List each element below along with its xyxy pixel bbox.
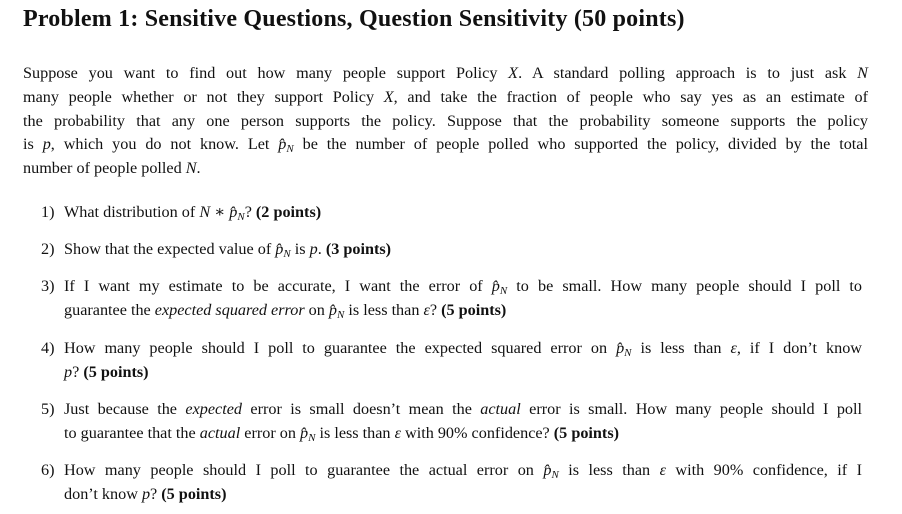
question-text: How many people should I poll to guarant… [64, 339, 862, 359]
intro-paragraph: Suppose you want to find out how many pe… [23, 62, 868, 181]
question-number: 6) [41, 461, 55, 479]
question-text: don’t know p? (5 points) [64, 484, 227, 503]
question-text: guarantee the expected squared error on … [64, 300, 507, 321]
question-points: (3 points) [325, 240, 392, 258]
question-text: What distribution of N ∗ p̂N? (2 points) [64, 203, 322, 223]
question-4: 4) How many people should I poll to guar… [41, 337, 867, 385]
intro-line: Suppose you want to find out how many pe… [23, 64, 868, 82]
question-points: (5 points) [441, 300, 507, 319]
question-text: p? (5 points) [64, 362, 149, 381]
question-points: (5 points) [161, 484, 227, 503]
intro-line: many people whether or not they support … [23, 87, 869, 106]
question-text: How many people should I poll to guarant… [64, 461, 863, 481]
intro-line: is p, which you do not know. Let p̂N be … [23, 135, 868, 156]
intro-line: number of people polled N. [23, 159, 201, 178]
question-6: 6) How many people should I poll to guar… [41, 459, 867, 507]
question-5: 5) Just because the expected error is sm… [41, 398, 867, 446]
question-text: If I want my estimate to be accurate, I … [64, 277, 862, 297]
question-points: (5 points) [83, 362, 149, 381]
question-number: 4) [41, 339, 55, 357]
question-points: (5 points) [553, 423, 620, 442]
question-number: 5) [41, 400, 55, 418]
question-points: (2 points) [255, 203, 322, 221]
question-text: Show that the expected value of p̂N is p… [64, 240, 392, 260]
problem-title: Problem 1: Sensitive Questions, Question… [23, 6, 685, 32]
intro-line: the probability that any one person supp… [23, 111, 868, 130]
question-3: 3) If I want my estimate to be accurate,… [41, 275, 867, 323]
question-text: to guarantee that the actual error on p̂… [64, 423, 620, 444]
question-2: 2) Show that the expected value of p̂N i… [41, 238, 867, 262]
question-text: Just because the expected error is small… [64, 400, 862, 418]
question-number: 2) [41, 240, 55, 258]
question-1: 1) What distribution of N ∗ p̂N? (2 poin… [41, 201, 867, 225]
question-number: 1) [41, 203, 55, 221]
question-number: 3) [41, 277, 55, 295]
